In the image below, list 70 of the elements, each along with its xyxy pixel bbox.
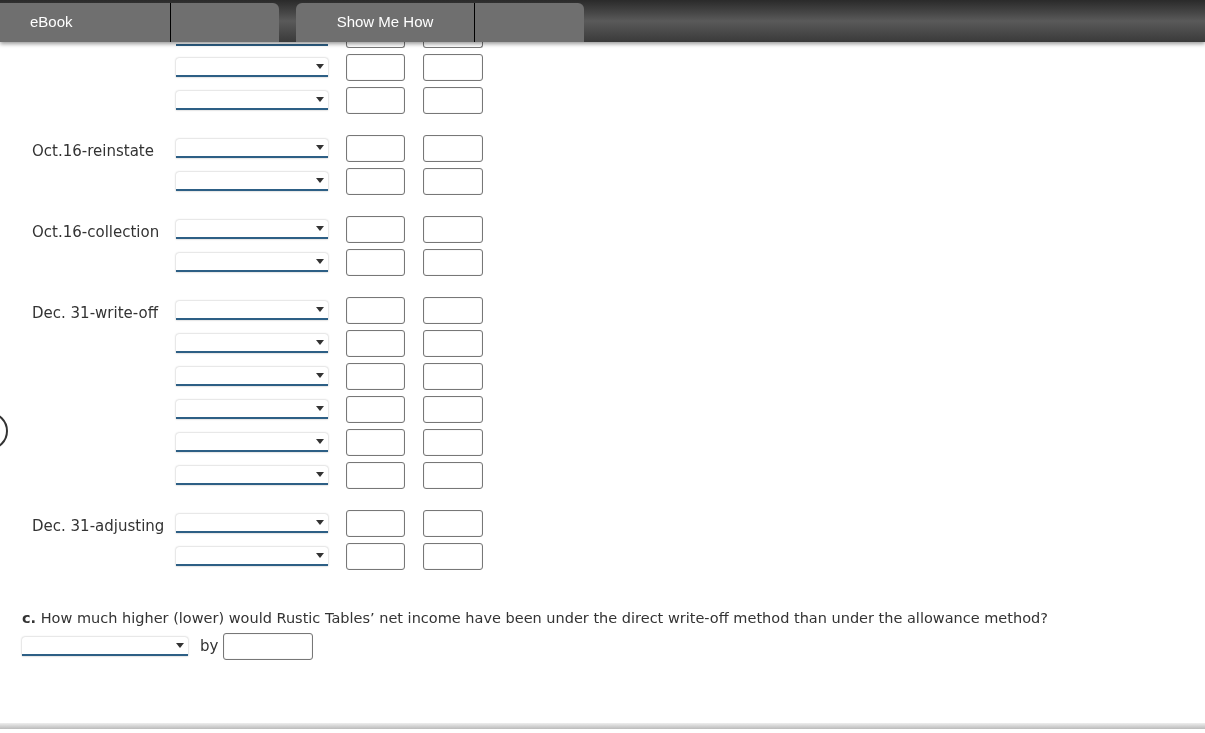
caret-icon xyxy=(316,553,324,558)
input-field[interactable] xyxy=(346,168,405,195)
input-field[interactable] xyxy=(423,135,483,162)
input-field[interactable] xyxy=(346,216,405,243)
caret-icon xyxy=(316,439,324,444)
input-field[interactable] xyxy=(346,42,405,48)
input-field[interactable] xyxy=(346,510,405,537)
caret-icon xyxy=(316,373,324,378)
dropdown[interactable] xyxy=(176,367,328,386)
entry-label: Dec. 31-write-off xyxy=(32,304,158,322)
dropdown[interactable] xyxy=(176,433,328,452)
input-field[interactable] xyxy=(423,87,483,114)
input-field[interactable] xyxy=(423,462,483,489)
input-field[interactable] xyxy=(346,87,405,114)
dropdown[interactable] xyxy=(176,334,328,353)
dropdown[interactable] xyxy=(176,253,328,272)
input-field[interactable] xyxy=(423,510,483,537)
input-field[interactable] xyxy=(423,330,483,357)
input-field[interactable] xyxy=(423,396,483,423)
input-field[interactable] xyxy=(346,396,405,423)
input-field[interactable] xyxy=(346,54,405,81)
input-field[interactable] xyxy=(346,135,405,162)
input-field[interactable] xyxy=(346,543,405,570)
caret-icon xyxy=(316,64,324,69)
caret-icon xyxy=(316,340,324,345)
entry-label: Oct.16-reinstate xyxy=(32,142,154,160)
input-field[interactable] xyxy=(346,429,405,456)
entry-label: Dec. 31-adjusting xyxy=(32,517,165,535)
dropdown[interactable] xyxy=(176,91,328,110)
dropdown[interactable] xyxy=(176,400,328,419)
input-field[interactable] xyxy=(423,363,483,390)
dropdown[interactable] xyxy=(176,514,328,533)
input-field[interactable] xyxy=(346,297,405,324)
dropdown[interactable] xyxy=(176,42,328,46)
caret-icon xyxy=(316,145,324,150)
dropdown[interactable] xyxy=(176,466,328,485)
connector-text: by xyxy=(200,636,219,658)
caret-icon xyxy=(316,178,324,183)
caret-icon xyxy=(316,520,324,525)
entry-label: Oct.16-collection xyxy=(32,223,160,241)
dropdown[interactable] xyxy=(176,301,328,320)
input-field[interactable] xyxy=(423,249,483,276)
input-field[interactable] xyxy=(346,249,405,276)
tab-button[interactable]: Show Me How xyxy=(296,3,584,42)
input-field[interactable] xyxy=(423,216,483,243)
dropdown[interactable] xyxy=(176,172,328,191)
input-field[interactable] xyxy=(423,42,483,48)
input-field[interactable] xyxy=(423,429,483,456)
input-field[interactable] xyxy=(423,168,483,195)
input-field[interactable] xyxy=(223,633,314,660)
input-field[interactable] xyxy=(423,297,483,324)
input-field[interactable] xyxy=(346,330,405,357)
dropdown[interactable] xyxy=(22,637,188,656)
dropdown[interactable] xyxy=(176,220,328,239)
input-field[interactable] xyxy=(423,543,483,570)
dropdown[interactable] xyxy=(176,547,328,566)
question-text: c. How much higher (lower) would Rustic Tables’ net income have been under the direct write-off method than under the allowance method? xyxy=(22,610,1048,626)
caret-icon xyxy=(316,307,324,312)
dropdown[interactable] xyxy=(176,139,328,158)
caret-icon xyxy=(316,97,324,102)
caret-icon xyxy=(316,472,324,477)
caret-icon xyxy=(316,226,324,231)
caret-icon xyxy=(176,643,184,648)
input-field[interactable] xyxy=(423,54,483,81)
tab-button[interactable]: eBook xyxy=(0,3,279,42)
input-field[interactable] xyxy=(346,462,405,489)
dropdown[interactable] xyxy=(176,58,328,77)
caret-icon xyxy=(316,406,324,411)
input-field[interactable] xyxy=(346,363,405,390)
caret-icon xyxy=(316,259,324,264)
